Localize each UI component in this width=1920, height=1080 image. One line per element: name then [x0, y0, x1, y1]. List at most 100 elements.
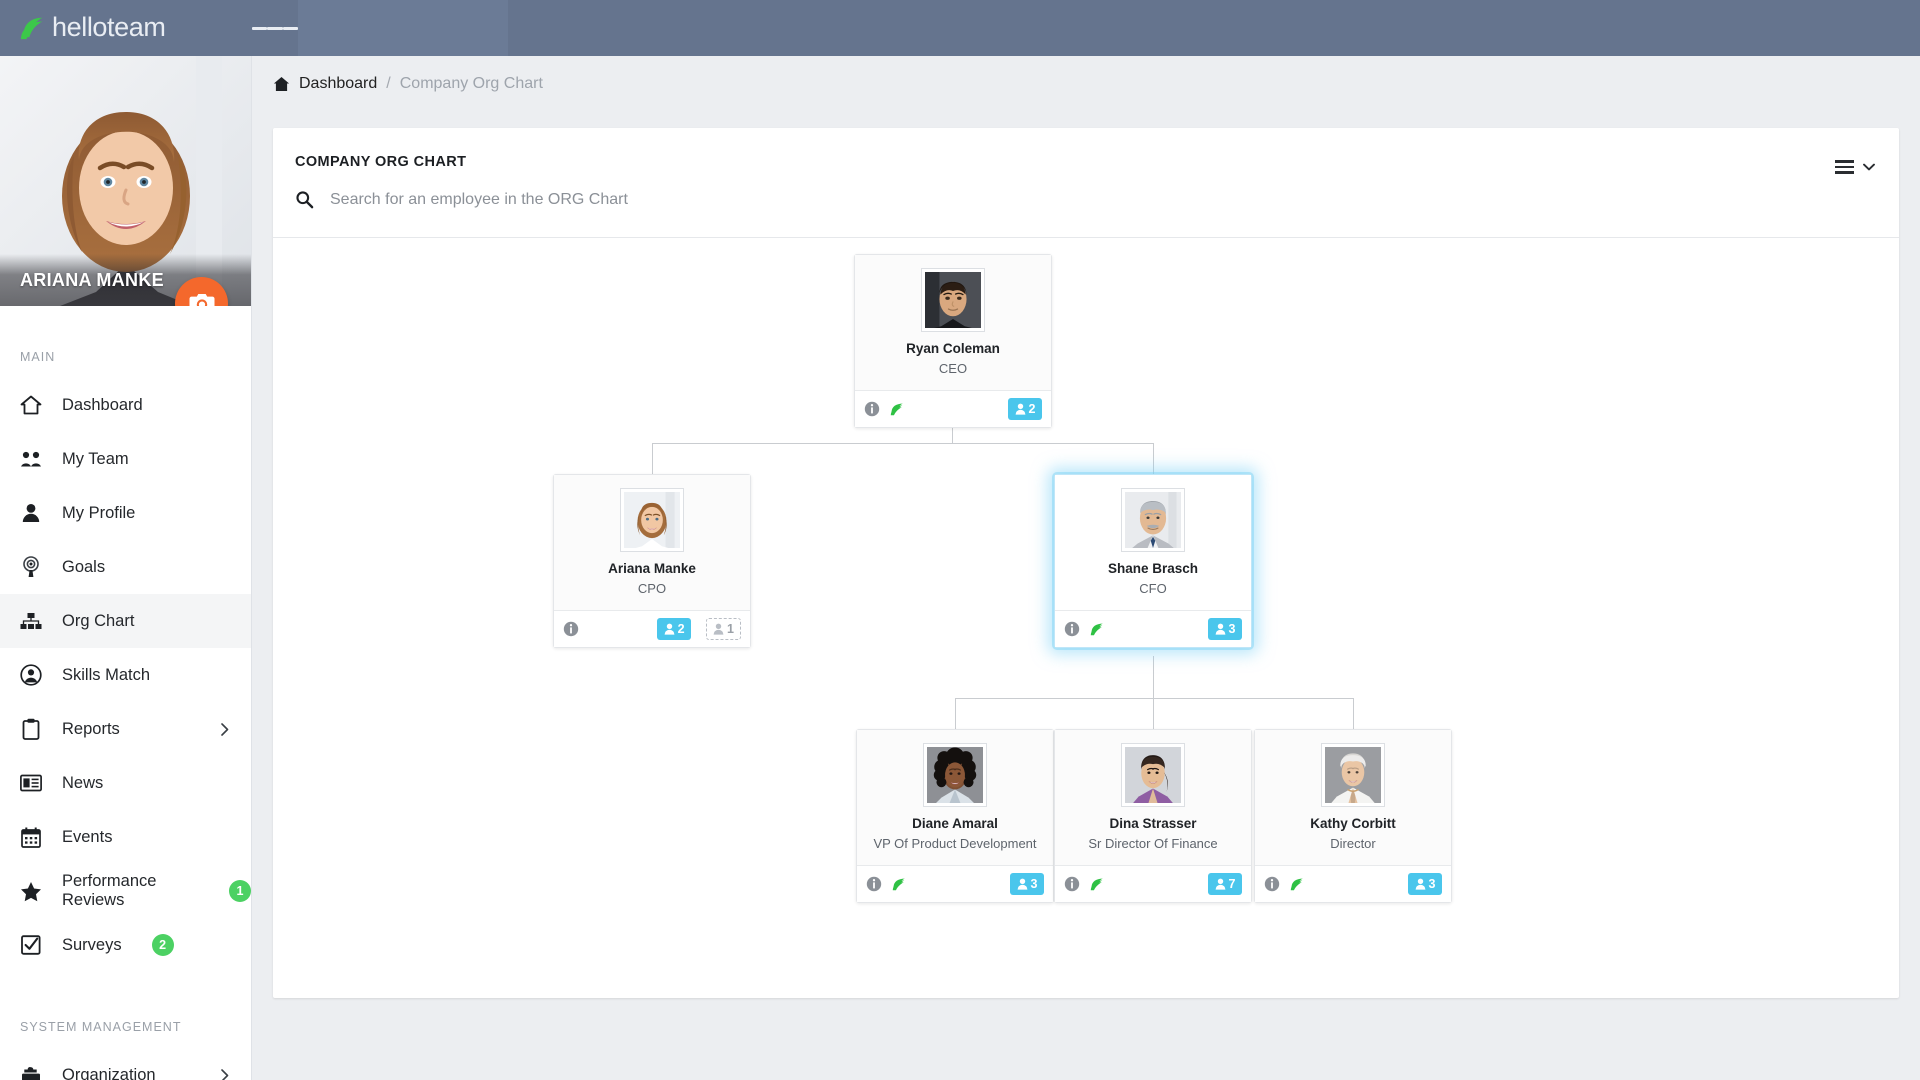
brand-logo[interactable]: helloteam [0, 0, 252, 56]
connector-to-kathy [1353, 698, 1354, 729]
helloteam-icon[interactable] [889, 401, 905, 417]
profile-name: ARIANA MANKE [20, 269, 164, 290]
top-bar: helloteam [0, 0, 1920, 56]
pending-reports-count: 1 [727, 622, 734, 637]
topbar-panel-block [298, 0, 508, 56]
person-icon [1215, 879, 1225, 891]
breadcrumb-current: Company Org Chart [399, 75, 543, 92]
sidebar-item-performance-reviews[interactable]: Performance Reviews 1 [0, 864, 251, 918]
sidebar-item-label: Skills Match [62, 665, 151, 684]
pending-reports-badge[interactable]: 1 [706, 618, 741, 641]
avatar [1322, 744, 1384, 806]
list-menu-icon [1835, 157, 1854, 177]
sidebar-item-reports[interactable]: Reports [0, 702, 251, 756]
org-node-footer: 7 [1055, 865, 1251, 903]
nav-section-main: MAIN Dashboard My Team My Profile Goals … [0, 306, 251, 972]
sidebar-item-surveys[interactable]: Surveys 2 [0, 918, 251, 972]
org-chart-search[interactable] [295, 190, 970, 209]
org-node-name: Shane Brasch [1107, 561, 1199, 576]
direct-reports-badge[interactable]: 3 [1010, 873, 1044, 896]
avatar-image-older-woman-white [1325, 747, 1381, 803]
org-node-kathy-corbitt[interactable]: Kathy Corbitt Director 3 [1254, 729, 1452, 904]
info-icon[interactable] [1064, 621, 1080, 637]
org-node-diane-amaral[interactable]: Diane Amaral VP Of Product Development 3 [856, 729, 1054, 904]
org-node-body: Kathy Corbitt Director [1255, 730, 1451, 866]
direct-reports-badge[interactable]: 3 [1208, 618, 1242, 641]
direct-reports-count: 2 [1028, 402, 1036, 417]
sidebar-item-label: Goals [62, 557, 106, 576]
org-node-footer: 3 [857, 865, 1053, 903]
panel-header: COMPANY ORG CHART [273, 128, 1899, 238]
skills-icon [20, 664, 42, 686]
info-icon[interactable] [866, 876, 882, 892]
connector-row2-horizontal [955, 698, 1353, 699]
connector-to-shane [1153, 443, 1154, 474]
helloteam-icon[interactable] [1089, 621, 1105, 637]
helloteam-icon[interactable] [1089, 876, 1105, 892]
person-icon [713, 624, 724, 636]
org-node-body: Ariana Manke CPO [554, 475, 750, 611]
search-input[interactable] [330, 190, 970, 209]
sidebar-item-news[interactable]: News [0, 756, 251, 810]
sidebar-item-label: My Team [62, 449, 129, 468]
chevron-right-icon [221, 722, 229, 736]
org-node-ryan-coleman[interactable]: Ryan Coleman CEO 2 [854, 254, 1052, 429]
sidebar-item-org-chart[interactable]: Org Chart [0, 594, 251, 648]
sidebar-item-skills-match[interactable]: Skills Match [0, 648, 251, 702]
sidebar-item-organization[interactable]: Organization [0, 1048, 251, 1080]
search-icon [296, 191, 314, 209]
panel-options-menu[interactable] [1835, 157, 1875, 177]
avatar [924, 744, 986, 806]
org-node-body: Ryan Coleman CEO [855, 255, 1051, 391]
direct-reports-badge[interactable]: 2 [1008, 398, 1042, 421]
org-node-dina-strasser[interactable]: Dina Strasser Sr Director Of Finance 7 [1054, 729, 1252, 904]
org-node-footer: 2 [855, 390, 1051, 428]
info-icon[interactable] [563, 621, 579, 637]
sidebar-item-my-profile[interactable]: My Profile [0, 486, 251, 540]
sidebar-item-my-team[interactable]: My Team [0, 432, 251, 486]
direct-reports-badge[interactable]: 2 [657, 618, 692, 641]
info-icon[interactable] [864, 401, 880, 417]
sidebar-item-dashboard[interactable]: Dashboard [0, 378, 251, 432]
org-node-title: CPO [637, 580, 667, 596]
org-node-footer: 3 [1255, 865, 1451, 903]
org-chart-canvas: Ryan Coleman CEO 2 Ariana Manke CPO 2 1 … [273, 238, 1899, 998]
sidebar-item-label: Dashboard [62, 395, 143, 414]
direct-reports-badge[interactable]: 3 [1408, 873, 1442, 896]
target-icon [20, 556, 42, 578]
connector-to-ariana [652, 443, 653, 474]
direct-reports-count: 3 [1030, 877, 1038, 892]
helloteam-icon[interactable] [891, 876, 907, 892]
profile-photo[interactable]: ARIANA MANKE [0, 56, 251, 306]
org-node-name: Diane Amaral [912, 816, 998, 831]
sidebar-item-label: Events [62, 827, 113, 846]
avatar-image-woman-curly-hair [927, 747, 983, 803]
checkbox-icon [20, 934, 42, 956]
breadcrumb-dashboard[interactable]: Dashboard [299, 75, 377, 93]
sidebar-item-label: Performance Reviews [62, 872, 157, 909]
hamburger-icon[interactable] [252, 0, 298, 56]
info-icon[interactable] [1264, 876, 1280, 892]
sidebar-item-events[interactable]: Events [0, 810, 251, 864]
direct-reports-badge[interactable]: 7 [1208, 873, 1242, 896]
sidebar-item-badge: 1 [229, 880, 251, 902]
helloteam-icon[interactable] [1289, 876, 1305, 892]
org-node-ariana-manke[interactable]: Ariana Manke CPO 2 1 [553, 474, 751, 649]
connector-row1-horizontal [652, 443, 1153, 444]
sidebar: ARIANA MANKE MAIN Dashboard My Team My P… [0, 56, 252, 1080]
nav-section-system-management: SYSTEM MANAGEMENT Organization [0, 972, 251, 1080]
breadcrumb: Dashboard / Company Org Chart [252, 56, 1920, 112]
news-icon [20, 772, 42, 794]
org-node-name: Ariana Manke [608, 561, 696, 576]
info-icon[interactable] [1064, 876, 1080, 892]
connector-shane-down [1153, 656, 1154, 698]
avatar-image-woman-purple-top [1125, 747, 1181, 803]
sidebar-item-goals[interactable]: Goals [0, 540, 251, 594]
direct-reports-count: 7 [1228, 877, 1236, 892]
sidebar-item-label: News [62, 773, 104, 792]
org-node-footer: 2 1 [554, 610, 750, 648]
clipboard-icon [20, 718, 42, 740]
org-node-shane-brasch[interactable]: Shane Brasch CFO 3 [1054, 474, 1252, 649]
connector-to-dina [1153, 698, 1154, 729]
nav-section-label-main: MAIN [20, 350, 56, 364]
